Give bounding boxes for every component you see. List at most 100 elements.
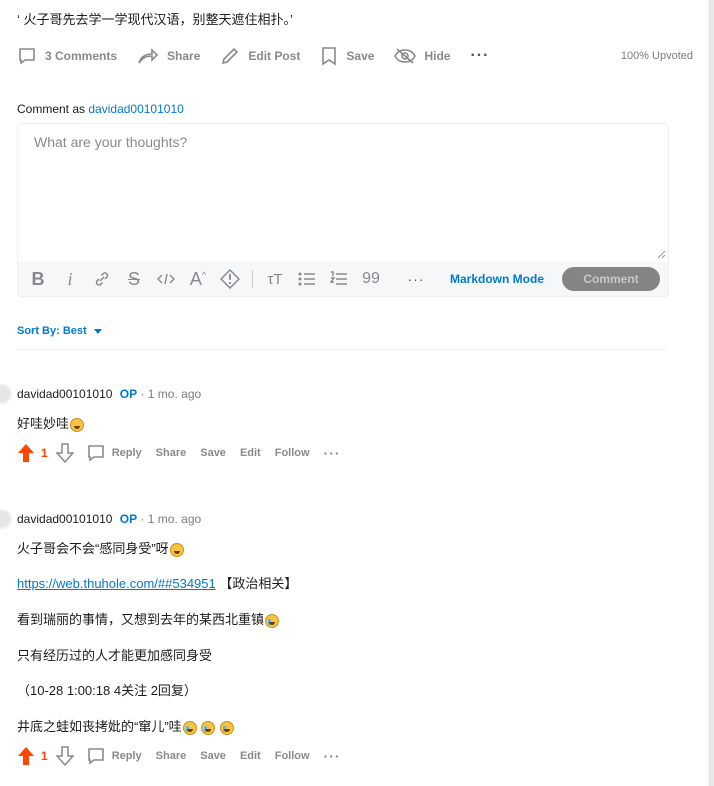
code-icon (157, 273, 175, 285)
comment-action-bar: 1 Reply Share Save Edit Follow ··· (17, 745, 341, 767)
scrollbar[interactable] (708, 0, 714, 786)
op-badge: OP (119, 512, 138, 526)
comment-follow-button[interactable]: Follow (275, 447, 310, 459)
comment-save-button[interactable]: Save (200, 447, 226, 459)
sort-dropdown[interactable]: Sort By: Best (17, 325, 106, 337)
quote-icon: 99 (362, 270, 380, 287)
quote-button[interactable]: 99 (355, 265, 387, 293)
comment-author[interactable]: davidad00101010 (17, 512, 112, 526)
share-button[interactable]: Share (137, 46, 200, 66)
comment-line-text: 看到瑞丽的事情，又想到去年的某西北重镇 (17, 612, 265, 627)
comment-link-line: https://web.thuhole.com/##534951 【政治相关】 (17, 573, 297, 592)
link-button[interactable] (86, 265, 118, 293)
comment-share-button[interactable]: Share (156, 750, 187, 762)
edit-post-button[interactable]: Edit Post (220, 46, 300, 66)
reply-button[interactable]: Reply (86, 443, 142, 463)
comment-time: · 1 mo. ago (140, 512, 202, 526)
hide-post-button[interactable]: Hide (394, 46, 450, 66)
comment-share-button[interactable]: Share (156, 447, 187, 459)
comment-editor: B i S A^ τT 99 ··· Markdown Mode Comment (17, 123, 669, 297)
comment-meta: davidad00101010 OP · 1 mo. ago (17, 387, 201, 401)
comment-author[interactable]: davidad00101010 (17, 387, 112, 401)
italic-icon: i (67, 268, 73, 289)
downvote-arrow-icon[interactable] (55, 443, 74, 463)
strikethrough-button[interactable]: S (118, 265, 150, 293)
comment-as-username[interactable]: davidad00101010 (88, 102, 183, 116)
grin-emoji-icon (169, 542, 184, 557)
spoiler-icon (220, 269, 240, 289)
comment-meta: davidad00101010 OP · 1 mo. ago (17, 512, 201, 526)
comment-line: 火子哥会不会“感同身受”呀 (17, 538, 184, 557)
comment-line: 井底之蛙如丧拷妣的“窜儿”哇 (17, 716, 234, 735)
reply-button[interactable]: Reply (86, 746, 142, 766)
crying-emoji-icon (265, 613, 280, 628)
op-badge: OP (119, 387, 138, 401)
resize-grip-icon[interactable] (656, 249, 666, 259)
superscript-button[interactable]: A^ (182, 265, 214, 293)
thread-link[interactable]: https://web.thuhole.com/##534951 (17, 576, 216, 591)
hide-post-label: Hide (424, 49, 451, 63)
save-post-button[interactable]: Save (320, 46, 374, 66)
bulleted-list-button[interactable] (291, 265, 323, 293)
comment-as-line: Comment as davidad00101010 (17, 102, 184, 116)
toolbar-divider (393, 270, 394, 288)
toolbar-more-button[interactable]: ··· (400, 265, 432, 293)
crying-emoji-icon (201, 720, 216, 735)
bold-button[interactable]: B (22, 265, 54, 293)
comment-icon (87, 748, 104, 765)
crying-emoji-icon (182, 720, 197, 735)
eye-off-icon (394, 48, 417, 64)
comment-save-button[interactable]: Save (200, 750, 226, 762)
comment-as-label: Comment as (17, 102, 86, 116)
comment-edit-button[interactable]: Edit (240, 750, 261, 762)
bullet-list-icon (298, 272, 315, 286)
vote-score: 1 (41, 749, 48, 763)
downvote-arrow-icon[interactable] (55, 746, 74, 766)
toolbar-divider (252, 270, 253, 288)
comment-more-button[interactable]: ··· (324, 748, 341, 764)
bold-icon: B (31, 268, 45, 289)
markdown-mode-button[interactable]: Markdown Mode (450, 272, 544, 286)
upvote-arrow-icon[interactable] (17, 746, 35, 766)
comment-line-text: 火子哥会不会“感同身受”呀 (17, 541, 169, 556)
comment-more-button[interactable]: ··· (324, 445, 341, 461)
heading-button[interactable]: τT (259, 265, 291, 293)
share-label: Share (167, 49, 201, 63)
post-action-bar: 3 Comments Share Edit Post Save Hide ···… (17, 44, 693, 68)
submit-comment-button[interactable]: Comment (562, 267, 660, 291)
vote-score: 1 (41, 446, 48, 460)
bookmark-icon (322, 47, 337, 66)
italic-button[interactable]: i (54, 265, 86, 293)
comment-edit-button[interactable]: Edit (240, 447, 261, 459)
avatar[interactable] (0, 509, 12, 529)
scrollbar-thumb[interactable] (709, 0, 713, 786)
comment-textarea[interactable] (18, 124, 668, 262)
inline-code-button[interactable] (150, 265, 182, 293)
comment-follow-button[interactable]: Follow (275, 750, 310, 762)
link-icon (95, 272, 109, 286)
comments-count: 3 Comments (45, 49, 118, 63)
avatar[interactable] (0, 384, 12, 404)
comment-action-bar: 1 Reply Share Save Edit Follow ··· (17, 442, 341, 464)
editor-toolbar: B i S A^ τT 99 ··· Markdown Mode Comment (18, 262, 668, 296)
section-divider (17, 349, 667, 350)
comments-button[interactable]: 3 Comments (17, 46, 117, 66)
numbered-list-icon (329, 271, 347, 285)
more-icon: ··· (470, 47, 490, 64)
comment-line: （10-28 1:00:18 4关注 2回复） (17, 683, 197, 698)
comment-time: · 1 mo. ago (140, 387, 202, 401)
upvote-arrow-icon[interactable] (17, 443, 35, 463)
comment-line-text: 井底之蛙如丧拷妣的“窜儿”哇 (17, 719, 182, 734)
numbered-list-button[interactable] (323, 265, 355, 293)
comment-text: 好哇妙哇 (17, 413, 85, 432)
comment-icon (19, 48, 35, 65)
share-icon (138, 48, 159, 64)
comment-line: 只有经历过的人才能更加感同身受 (17, 648, 213, 663)
upvote-ratio: 100% Upvoted (620, 50, 693, 62)
crying-emoji-icon (219, 720, 234, 735)
spoiler-button[interactable] (214, 265, 246, 293)
sort-label: Sort By: Best (17, 325, 87, 337)
reply-label: Reply (111, 750, 142, 762)
post-more-button[interactable]: ··· (470, 47, 489, 65)
grin-emoji-icon (70, 417, 85, 432)
